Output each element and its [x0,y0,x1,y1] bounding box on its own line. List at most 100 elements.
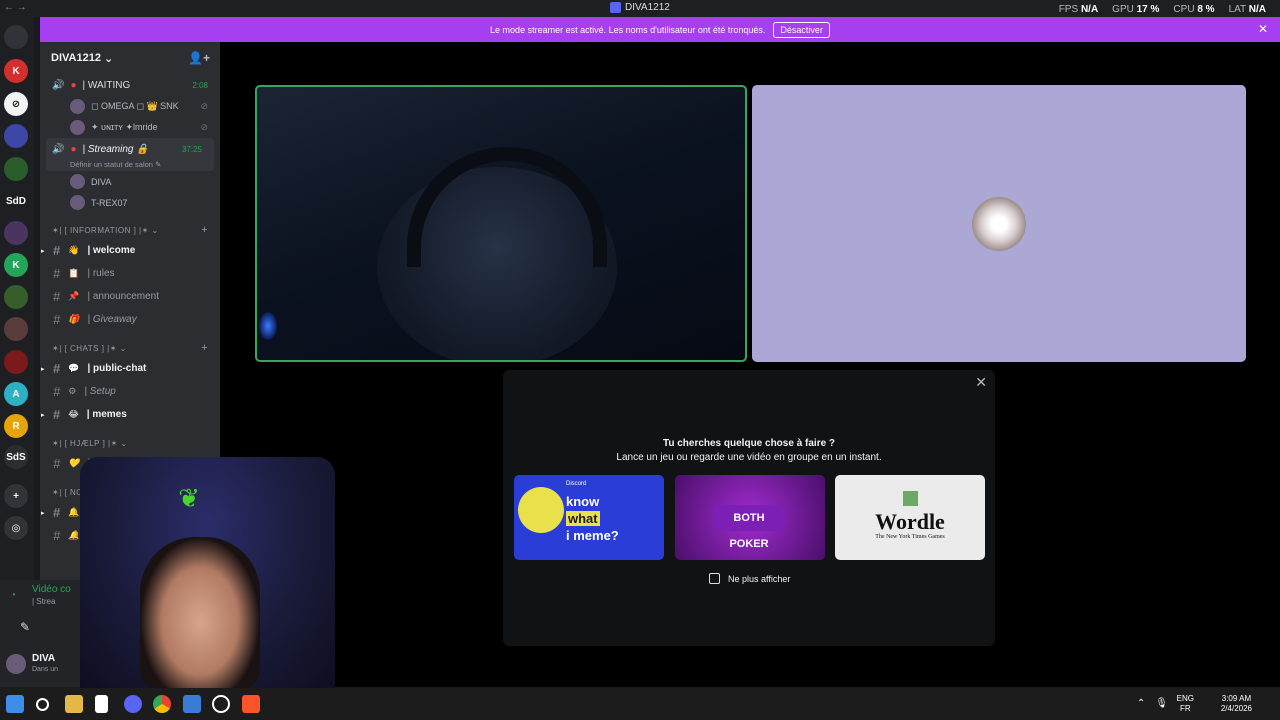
dont-show-again[interactable]: Ne plus afficher [709,573,790,584]
voice-user[interactable]: T-REX07 [40,192,220,213]
hash-icon: # [53,289,61,304]
server-icon[interactable] [4,317,28,341]
server-icon[interactable]: R [4,414,28,438]
add-user-icon[interactable]: 👤+ [188,51,210,65]
nav-arrows[interactable]: ← → [4,2,27,13]
streamer-mode-banner: Le mode streamer est activé. Les noms d'… [40,17,1280,42]
avatar [70,120,85,135]
app-icon[interactable] [183,695,201,713]
text-channel[interactable]: # 🎁 | Giveaway [40,308,220,331]
activity-card-know-what-i-meme[interactable]: Discord know what i meme? [514,475,664,560]
channel-status[interactable]: Définir un statut de salon ✎ [46,160,214,169]
channel-name: | welcome [87,245,136,256]
activity-card-wordle[interactable]: Wordle The New York Times Games [835,475,985,560]
server-icon[interactable]: A [4,382,28,406]
server-icon[interactable] [4,124,28,148]
blue-light [259,312,277,340]
call-timer: 37:25 [181,144,202,154]
video-tile-camera[interactable] [255,85,747,362]
language-indicator[interactable]: ENG FR [1177,694,1194,714]
file-explorer-icon[interactable] [65,695,83,713]
server-icon[interactable] [4,350,28,374]
add-channel-icon[interactable]: + [201,224,208,236]
notepad-icon[interactable] [95,695,108,713]
server-icon[interactable]: SdD [4,189,28,213]
voice-user-name: ✦ ᴜɴɪᴛʏ ✦lmride [91,122,158,132]
checkbox-label: Ne plus afficher [728,573,791,584]
activity-card-poker[interactable]: BOTH POKER [675,475,825,560]
voice-connected[interactable]: Vidéo co [32,584,71,595]
poker-logo: BOTH POKER [713,505,785,550]
voice-user-name: DIVA [91,176,112,187]
channel-category[interactable]: ✶| [ HJÆLP ] |✶ ⌄ [40,434,220,452]
chrome-icon[interactable] [153,695,171,713]
server-icon[interactable]: SdS [4,445,28,469]
channel-name: | rules [87,268,115,279]
app-icon [610,2,621,13]
server-icon[interactable]: K [4,253,28,277]
voice-user[interactable]: ✦ ᴜɴɪᴛʏ ✦lmride ⊘ [40,117,220,138]
text-channel[interactable]: # 📌 | announcement [40,285,220,308]
voice-user[interactable]: DIVA [40,171,220,192]
voice-user-name: ◻ OMEGA ◻ 👑 SNK [91,101,179,111]
avatar[interactable] [6,654,26,674]
channel-category[interactable]: ✶| [ INFORMATION ] |✶ ⌄ + [40,221,220,239]
server-icon[interactable]: K [4,59,28,83]
card-title: know what i meme? [566,494,619,543]
obs-icon[interactable] [212,695,230,713]
checkbox[interactable] [709,573,720,584]
system-tray[interactable]: ⌃ 🎙 [1137,698,1168,709]
server-icon[interactable] [4,221,28,245]
close-icon[interactable]: ✕ [975,374,987,391]
video-tile-avatar[interactable] [752,85,1246,362]
disable-button[interactable]: Désactiver [773,21,830,38]
server-icon[interactable] [4,157,28,181]
status-icon: ● [70,143,77,155]
call-timer: 2:08 [192,80,208,90]
channel-emoji: 💛 [68,458,80,468]
server-icon[interactable]: ⊘ [4,92,28,116]
avatar [70,99,85,114]
text-channel[interactable]: ▸ # 😂 | memes [40,403,220,426]
server-icon[interactable]: + [4,484,28,508]
voice-channel-name: | WAITING [82,79,131,91]
close-icon[interactable]: ✕ [1258,22,1268,36]
category-name: ✶| [ INFORMATION ] |✶ ⌄ [52,225,159,235]
start-icon[interactable] [6,695,24,713]
channel-emoji: 🔔 [68,530,80,540]
voice-user-name: T-REX07 [91,197,128,208]
server-icon[interactable] [4,25,28,49]
voice-user[interactable]: ◻ OMEGA ◻ 👑 SNK ⊘ [40,96,220,117]
text-channel[interactable]: ▸ # 💬 | public-chat [40,357,220,380]
unread-indicator: ▸ [41,365,45,373]
text-channel[interactable]: # 📋 | rules [40,262,220,285]
speaker-icon: 🔊 [52,79,65,91]
window-title: DIVA1212 [610,2,670,13]
brave-icon[interactable] [242,695,260,713]
voice-channel[interactable]: 🔊 ● | WAITING 2:08 [40,74,220,96]
discord-icon[interactable] [124,695,142,713]
channel-emoji: 🔔 [68,507,80,517]
unread-indicator: ▸ [41,247,45,255]
text-channel[interactable]: # ⚙ | Setup [40,380,220,403]
wordle-subtitle: The New York Times Games [875,534,945,540]
channel-name: | public-chat [87,363,147,374]
search-icon[interactable] [36,698,49,711]
hash-icon: # [53,528,61,543]
stat-gpu: GPU 17 % [1112,4,1160,15]
camera-off-icon[interactable]: ✎ [20,620,30,634]
clock[interactable]: 3:09 AM 2/4/2026 [1221,694,1252,714]
channel-category[interactable]: ✶| [ CHATS ] |✶ ⌄ + [40,339,220,357]
activity-subtitle: Lance un jeu ou regarde une vidéo en gro… [616,452,882,463]
add-channel-icon[interactable]: + [201,342,208,354]
status-icon: ● [70,79,77,91]
category-name: ✶| [ CHATS ] |✶ ⌄ [52,343,127,353]
voice-channel[interactable]: 🔊 ● | Streaming 🔒 37:25 Définir un statut de… [46,138,214,171]
text-channel[interactable]: ▸ # 👋 | welcome [40,239,220,262]
voice-channel-name: | Streaming 🔒 [82,143,149,155]
server-icon[interactable] [4,285,28,309]
meme-mascot [518,487,564,533]
guild-header[interactable]: DIVA1212 ⌄ 👤+ [40,42,220,74]
speaker-icon: 🔊 [52,143,65,155]
server-icon[interactable]: ◎ [4,516,28,540]
